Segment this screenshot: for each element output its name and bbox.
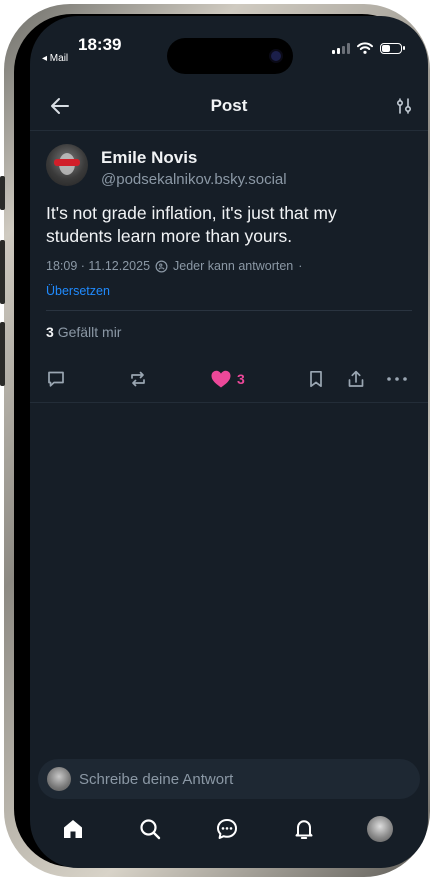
likes-count: 3 <box>46 324 54 340</box>
reply-button[interactable] <box>46 366 66 392</box>
divider <box>30 402 428 403</box>
reply-input[interactable]: Schreibe deine Antwort <box>38 759 420 799</box>
comment-icon <box>48 371 64 387</box>
back-to-app-link[interactable]: ◂ Mail <box>42 53 68 64</box>
bottom-tab-bar <box>30 814 428 848</box>
tab-search[interactable] <box>135 814 165 844</box>
sliders-icon[interactable] <box>394 96 414 116</box>
wifi-icon <box>357 42 373 54</box>
likes-summary[interactable]: 3 Gefällt mir <box>46 324 121 340</box>
tab-profile[interactable] <box>365 814 395 844</box>
search-icon <box>140 819 161 840</box>
repost-icon <box>131 371 145 387</box>
heart-icon <box>211 370 231 388</box>
dynamic-island <box>167 38 293 74</box>
chat-icon <box>217 819 237 839</box>
divider <box>46 310 412 311</box>
tab-home[interactable] <box>58 814 88 844</box>
status-time: 18:39 <box>78 35 122 54</box>
reply-restriction-icon <box>155 260 168 272</box>
more-button[interactable] <box>386 366 408 392</box>
reply-setting[interactable]: Jeder kann antworten <box>173 259 293 273</box>
share-icon <box>348 370 364 387</box>
author-name[interactable]: Emile Novis <box>101 148 197 168</box>
home-icon <box>64 820 82 838</box>
post-text: It's not grade inflation, it's just that… <box>46 203 337 246</box>
profile-avatar <box>367 816 393 842</box>
camera-icon <box>271 51 281 61</box>
repost-button[interactable] <box>128 366 148 392</box>
avatar <box>47 767 71 791</box>
battery-icon <box>380 42 405 54</box>
volume-down-button <box>0 322 5 386</box>
reply-placeholder: Schreibe deine Antwort <box>79 770 234 788</box>
likes-label: Gefällt mir <box>57 324 122 340</box>
author-handle[interactable]: @podsekalnikov.bsky.social <box>101 171 287 188</box>
like-count: 3 <box>237 371 245 387</box>
silent-switch <box>0 176 5 210</box>
post-meta: 18:09 · 11.12.2025 Jeder kann antworten … <box>46 259 302 273</box>
page-header: Post <box>30 84 428 131</box>
volume-up-button <box>0 240 5 304</box>
app-screen: 18:39 ◂ Mail Post Emile Novis @podsekaln… <box>30 16 428 868</box>
bell-icon <box>295 820 313 839</box>
signal-icon <box>332 42 350 54</box>
more-icon <box>387 377 407 381</box>
post-datetime[interactable]: 18:09 · 11.12.2025 <box>46 259 150 273</box>
tab-notifications[interactable] <box>289 814 319 844</box>
status-icons <box>332 42 405 54</box>
tab-chat[interactable] <box>212 814 242 844</box>
post-actions: 3 <box>30 366 428 392</box>
meta-separator: · <box>298 259 303 273</box>
author-avatar[interactable] <box>46 144 88 186</box>
bookmark-icon <box>310 370 322 388</box>
bookmark-button[interactable] <box>306 366 326 392</box>
page-title: Post <box>210 96 248 115</box>
share-button[interactable] <box>346 366 366 392</box>
translate-link[interactable]: Übersetzen <box>46 284 110 298</box>
like-button[interactable]: 3 <box>210 366 245 392</box>
